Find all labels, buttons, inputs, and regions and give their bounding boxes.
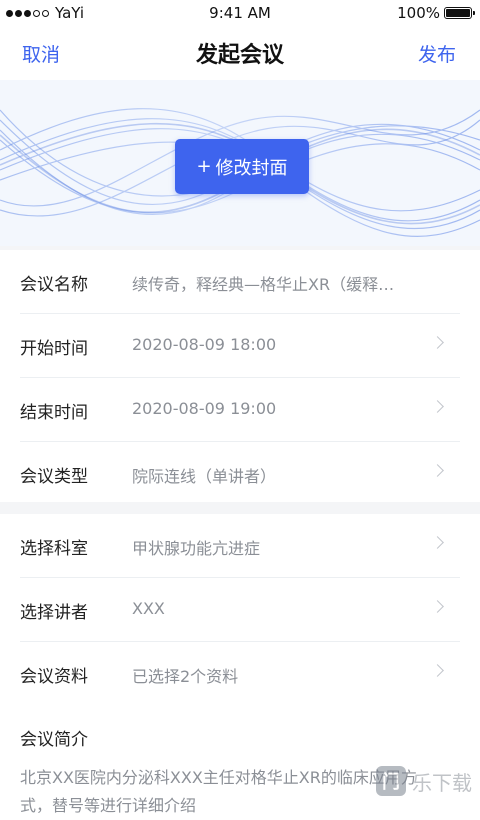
- form-row[interactable]: 选择科室 甲状腺功能亢进症: [20, 514, 460, 578]
- publish-button[interactable]: 发布: [418, 40, 456, 67]
- chevron-right-icon: [431, 664, 444, 677]
- form-row-label: 会议类型: [20, 467, 88, 487]
- page-title: 发起会议: [195, 43, 284, 68]
- watermark-logo: 门: [376, 766, 406, 796]
- form-row-value: 续传奇，释经典—格华止XR（缓释…: [132, 275, 395, 294]
- chevron-right-icon: [431, 536, 444, 549]
- form-row[interactable]: 会议资料 已选择2个资料: [20, 642, 460, 705]
- meeting-detail-section: 选择科室 甲状腺功能亢进症选择讲者 XXX 会议资料 已选择2个资料: [0, 514, 480, 705]
- chevron-right-icon: [431, 464, 444, 477]
- change-cover-button[interactable]: + 修改封面: [175, 139, 309, 194]
- chevron-right-icon: [431, 336, 444, 349]
- status-bar: YaYi 9:41 AM 100%: [0, 0, 480, 26]
- form-row-label: 选择科室: [20, 539, 88, 559]
- plus-icon: +: [196, 156, 212, 177]
- form-row[interactable]: 选择讲者 XXX: [20, 578, 460, 642]
- form-row-value: 已选择2个资料: [132, 667, 239, 686]
- form-row[interactable]: 会议类型 院际连线（单讲者）: [20, 442, 460, 505]
- form-row-value: 院际连线（单讲者）: [132, 467, 277, 486]
- battery-info: 100%: [397, 4, 475, 22]
- cover-image: + 修改封面: [0, 80, 480, 246]
- change-cover-label: 修改封面: [215, 157, 288, 179]
- form-row[interactable]: 会议名称 续传奇，释经典—格华止XR（缓释…: [20, 250, 460, 314]
- form-row[interactable]: 结束时间 2020-08-09 19:00: [20, 378, 460, 442]
- form-row-label: 结束时间: [20, 403, 88, 423]
- battery-percent: 100%: [397, 4, 440, 22]
- chevron-right-icon: [431, 400, 444, 413]
- meeting-intro-label: 会议简介: [20, 730, 88, 750]
- meeting-basic-section: 会议名称 续传奇，释经典—格华止XR（缓释… 开始时间 2020-08-09 18:0…: [0, 250, 480, 505]
- form-row-label: 会议资料: [20, 667, 88, 687]
- form-row-value: 2020-08-09 19:00: [132, 399, 277, 418]
- form-row-value: 甲状腺功能亢进症: [132, 539, 261, 558]
- form-row-label: 开始时间: [20, 339, 88, 359]
- nav-bar: 取消 发起会议 发布: [0, 26, 480, 80]
- form-row-value: 2020-08-09 18:00: [132, 335, 277, 354]
- form-row[interactable]: 开始时间 2020-08-09 18:00: [20, 314, 460, 378]
- form-row-label: 会议名称: [20, 275, 88, 295]
- watermark-text: 乐下载: [412, 770, 472, 795]
- form-row-label: 选择讲者: [20, 603, 88, 623]
- chevron-right-icon: [431, 600, 444, 613]
- section-divider: [0, 502, 480, 514]
- form-row-value: XXX: [132, 599, 165, 618]
- watermark: 门 乐下载: [376, 766, 472, 796]
- battery-icon: [444, 7, 475, 19]
